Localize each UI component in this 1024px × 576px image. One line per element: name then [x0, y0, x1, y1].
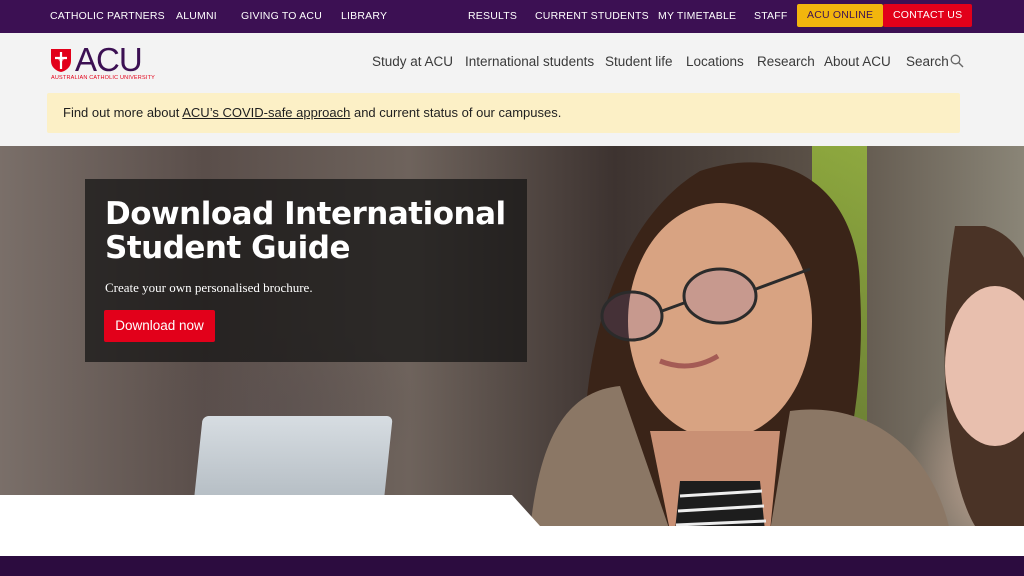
nav-international-students[interactable]: International students: [465, 54, 594, 69]
shield-cross-icon: [51, 49, 71, 72]
nav-search[interactable]: Search: [906, 54, 949, 69]
hero-title: Download International Student Guide: [105, 196, 506, 266]
link-catholic-partners[interactable]: CATHOLIC PARTNERS: [50, 0, 165, 33]
covid-safe-link[interactable]: ACU’s COVID-safe approach: [182, 105, 350, 120]
hero-card: Download International Student Guide Cre…: [85, 179, 527, 362]
nav-research[interactable]: Research: [757, 54, 815, 69]
logo-wordmark: ACU: [75, 41, 143, 78]
hero-angle-cut: [0, 495, 540, 526]
link-my-timetable[interactable]: MY TIMETABLE: [658, 0, 736, 33]
link-alumni[interactable]: ALUMNI: [176, 0, 217, 33]
covid-alert-suffix: and current status of our campuses.: [350, 105, 562, 120]
link-giving-to-acu[interactable]: GIVING TO ACU: [241, 0, 322, 33]
link-current-students[interactable]: CURRENT STUDENTS: [535, 0, 649, 33]
covid-alert-banner: Find out more about ACU’s COVID-safe app…: [47, 93, 960, 133]
contact-us-button[interactable]: CONTACT US: [883, 4, 973, 27]
content-area: [0, 526, 1024, 556]
download-now-button[interactable]: Download now: [104, 310, 215, 342]
link-library[interactable]: LIBRARY: [341, 0, 387, 33]
logo-subtitle: AUSTRALIAN CATHOLIC UNIVERSITY: [51, 75, 155, 81]
nav-student-life[interactable]: Student life: [605, 54, 673, 69]
site-header: ACU AUSTRALIAN CATHOLIC UNIVERSITY Study…: [0, 33, 1024, 146]
hero-banner: Download International Student Guide Cre…: [0, 146, 1024, 526]
search-icon[interactable]: [950, 54, 964, 68]
utility-bar: CATHOLIC PARTNERS ALUMNI GIVING TO ACU L…: [0, 0, 1024, 33]
link-results[interactable]: RESULTS: [468, 0, 517, 33]
covid-alert-prefix: Find out more about: [63, 105, 183, 120]
student-photo: [530, 162, 949, 526]
second-student-photo: [944, 226, 1024, 526]
nav-about-acu[interactable]: About ACU: [824, 54, 891, 69]
link-staff[interactable]: STAFF: [754, 0, 787, 33]
nav-study-at-acu[interactable]: Study at ACU: [372, 54, 453, 69]
covid-alert-text: Find out more about ACU’s COVID-safe app…: [63, 105, 561, 120]
acu-online-button[interactable]: ACU ONLINE: [797, 4, 884, 27]
acu-logo[interactable]: ACU AUSTRALIAN CATHOLIC UNIVERSITY: [50, 41, 160, 85]
purple-band: [0, 556, 1024, 576]
nav-locations[interactable]: Locations: [686, 54, 744, 69]
hero-subtitle: Create your own personalised brochure.: [105, 280, 313, 295]
